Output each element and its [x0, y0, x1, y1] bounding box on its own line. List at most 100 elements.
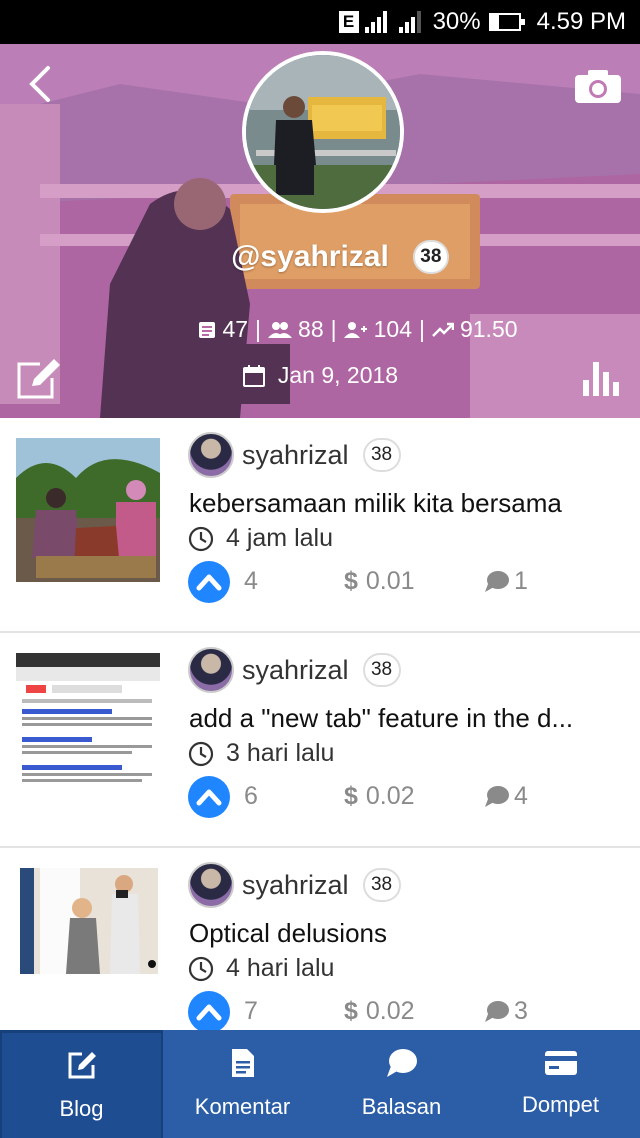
comment-count: 1	[514, 567, 528, 595]
back-arrow-icon	[29, 66, 50, 102]
stats-chart-button[interactable]	[582, 356, 624, 398]
comments-button[interactable]: 4	[484, 782, 528, 811]
post-title[interactable]: Optical delusions	[189, 918, 609, 949]
post-title[interactable]: add a "new tab" feature in the d...	[189, 703, 609, 734]
chevron-up-icon	[196, 574, 222, 591]
nav-komentar[interactable]: Komentar	[163, 1030, 322, 1138]
posts-stat[interactable]: 47	[198, 316, 248, 343]
followers-count: 88	[298, 316, 324, 342]
status-bar: E 30% 4.59 PM	[0, 0, 640, 44]
dollar-icon: $	[344, 782, 358, 810]
dollar-icon: $	[344, 567, 358, 595]
nav-komentar-label: Komentar	[194, 1094, 291, 1119]
bar-chart-icon	[583, 362, 619, 396]
author-reputation-badge: 38	[362, 868, 401, 902]
comment-bubble-icon	[485, 1000, 509, 1022]
comments-button[interactable]: 1	[484, 567, 528, 596]
author-reputation-badge: 38	[362, 438, 401, 472]
profile-stats: 47 | 88 | 104 | 91.50	[0, 316, 640, 343]
author-name[interactable]: syahrizal	[242, 440, 349, 471]
payout-amount: 0.02	[365, 782, 415, 810]
following-stat[interactable]: 104	[343, 316, 412, 343]
reputation-badge: 38	[412, 240, 449, 274]
author-avatar[interactable]	[188, 647, 234, 693]
post-thumbnail[interactable]	[16, 653, 160, 797]
post-author-row[interactable]: syahrizal 38	[188, 862, 401, 908]
post-author-row[interactable]: syahrizal 38	[188, 432, 401, 478]
payout-value[interactable]: $0.02	[344, 782, 415, 811]
comment-count: 4	[514, 782, 528, 810]
dollar-icon: $	[344, 997, 358, 1025]
followers-icon	[268, 321, 293, 338]
calendar-icon	[242, 364, 265, 387]
trending-up-icon	[432, 322, 454, 337]
stats-separator: |	[255, 316, 262, 342]
power-stat[interactable]: 91.50	[432, 316, 518, 343]
change-cover-button[interactable]	[574, 68, 622, 104]
post-author-row[interactable]: syahrizal 38	[188, 647, 401, 693]
joined-date: Jan 9, 2018	[277, 362, 399, 388]
post-time-row: 4 jam lalu	[188, 524, 333, 553]
power-value: 91.50	[459, 316, 518, 342]
post-item[interactable]: syahrizal 38 Optical delusions 4 hari la…	[0, 848, 640, 1030]
post-thumbnail-image	[16, 438, 160, 582]
vote-count[interactable]: 4	[244, 567, 258, 596]
vote-count[interactable]: 6	[244, 782, 258, 811]
nav-balasan-label: Balasan	[361, 1094, 442, 1119]
joined-date-row: Jan 9, 2018	[0, 362, 640, 389]
clock-icon	[188, 956, 214, 981]
post-actions: 6 $0.02 4	[188, 776, 608, 818]
nav-dompet-label: Dompet	[521, 1092, 600, 1117]
comments-button[interactable]: 3	[484, 997, 528, 1026]
followers-stat[interactable]: 88	[268, 316, 324, 343]
post-actions: 7 $0.02 3	[188, 991, 608, 1030]
bottom-navigation: Blog Komentar Balasan Dompet	[0, 1030, 640, 1138]
vote-count[interactable]: 7	[244, 997, 258, 1026]
author-name[interactable]: syahrizal	[242, 655, 349, 686]
author-name[interactable]: syahrizal	[242, 870, 349, 901]
upvote-button[interactable]	[188, 991, 230, 1030]
post-thumbnail-image	[16, 653, 160, 797]
author-avatar[interactable]	[188, 862, 234, 908]
post-time: 3 hari lalu	[226, 739, 335, 767]
payout-value[interactable]: $0.02	[344, 997, 415, 1026]
chevron-up-icon	[196, 789, 222, 806]
nav-dompet[interactable]: Dompet	[481, 1030, 640, 1138]
profile-avatar[interactable]	[242, 51, 404, 213]
add-person-icon	[343, 321, 367, 338]
comment-bubble-icon	[485, 785, 509, 807]
following-count: 104	[373, 316, 412, 342]
posts-count: 47	[222, 316, 249, 342]
payout-value[interactable]: $0.01	[344, 567, 415, 596]
profile-username: @syahrizal	[231, 240, 389, 273]
username-row: @syahrizal 38	[0, 240, 640, 274]
post-feed[interactable]: syahrizal 38 kebersamaan milik kita bers…	[0, 418, 640, 1030]
nav-blog[interactable]: Blog	[0, 1030, 163, 1138]
post-item[interactable]: syahrizal 38 kebersamaan milik kita bers…	[0, 418, 640, 633]
edit-profile-button[interactable]	[16, 358, 62, 400]
post-item[interactable]: syahrizal 38 add a "new tab" feature in …	[0, 633, 640, 848]
chevron-up-icon	[196, 1004, 222, 1021]
post-time-row: 3 hari lalu	[188, 739, 334, 768]
battery-icon	[488, 13, 525, 31]
comment-count: 3	[514, 997, 528, 1025]
battery-percent: 30%	[432, 8, 481, 35]
author-avatar[interactable]	[188, 432, 234, 478]
upvote-button[interactable]	[188, 561, 230, 603]
post-actions: 4 $0.01 1	[188, 561, 608, 603]
post-thumbnail[interactable]	[16, 438, 160, 582]
clock: 4.59 PM	[536, 8, 626, 35]
signal-icon	[364, 11, 389, 33]
posts-icon	[199, 321, 216, 338]
post-thumbnail[interactable]	[20, 868, 158, 974]
clock-icon	[188, 526, 214, 551]
upvote-button[interactable]	[188, 776, 230, 818]
author-reputation-badge: 38	[362, 653, 401, 687]
nav-balasan[interactable]: Balasan	[322, 1030, 481, 1138]
post-title[interactable]: kebersamaan milik kita bersama	[189, 488, 609, 519]
payout-amount: 0.02	[365, 997, 415, 1025]
post-thumbnail-image	[20, 868, 158, 974]
post-time-row: 4 hari lalu	[188, 954, 334, 983]
stats-separator: |	[418, 316, 425, 342]
back-button[interactable]	[22, 64, 62, 104]
